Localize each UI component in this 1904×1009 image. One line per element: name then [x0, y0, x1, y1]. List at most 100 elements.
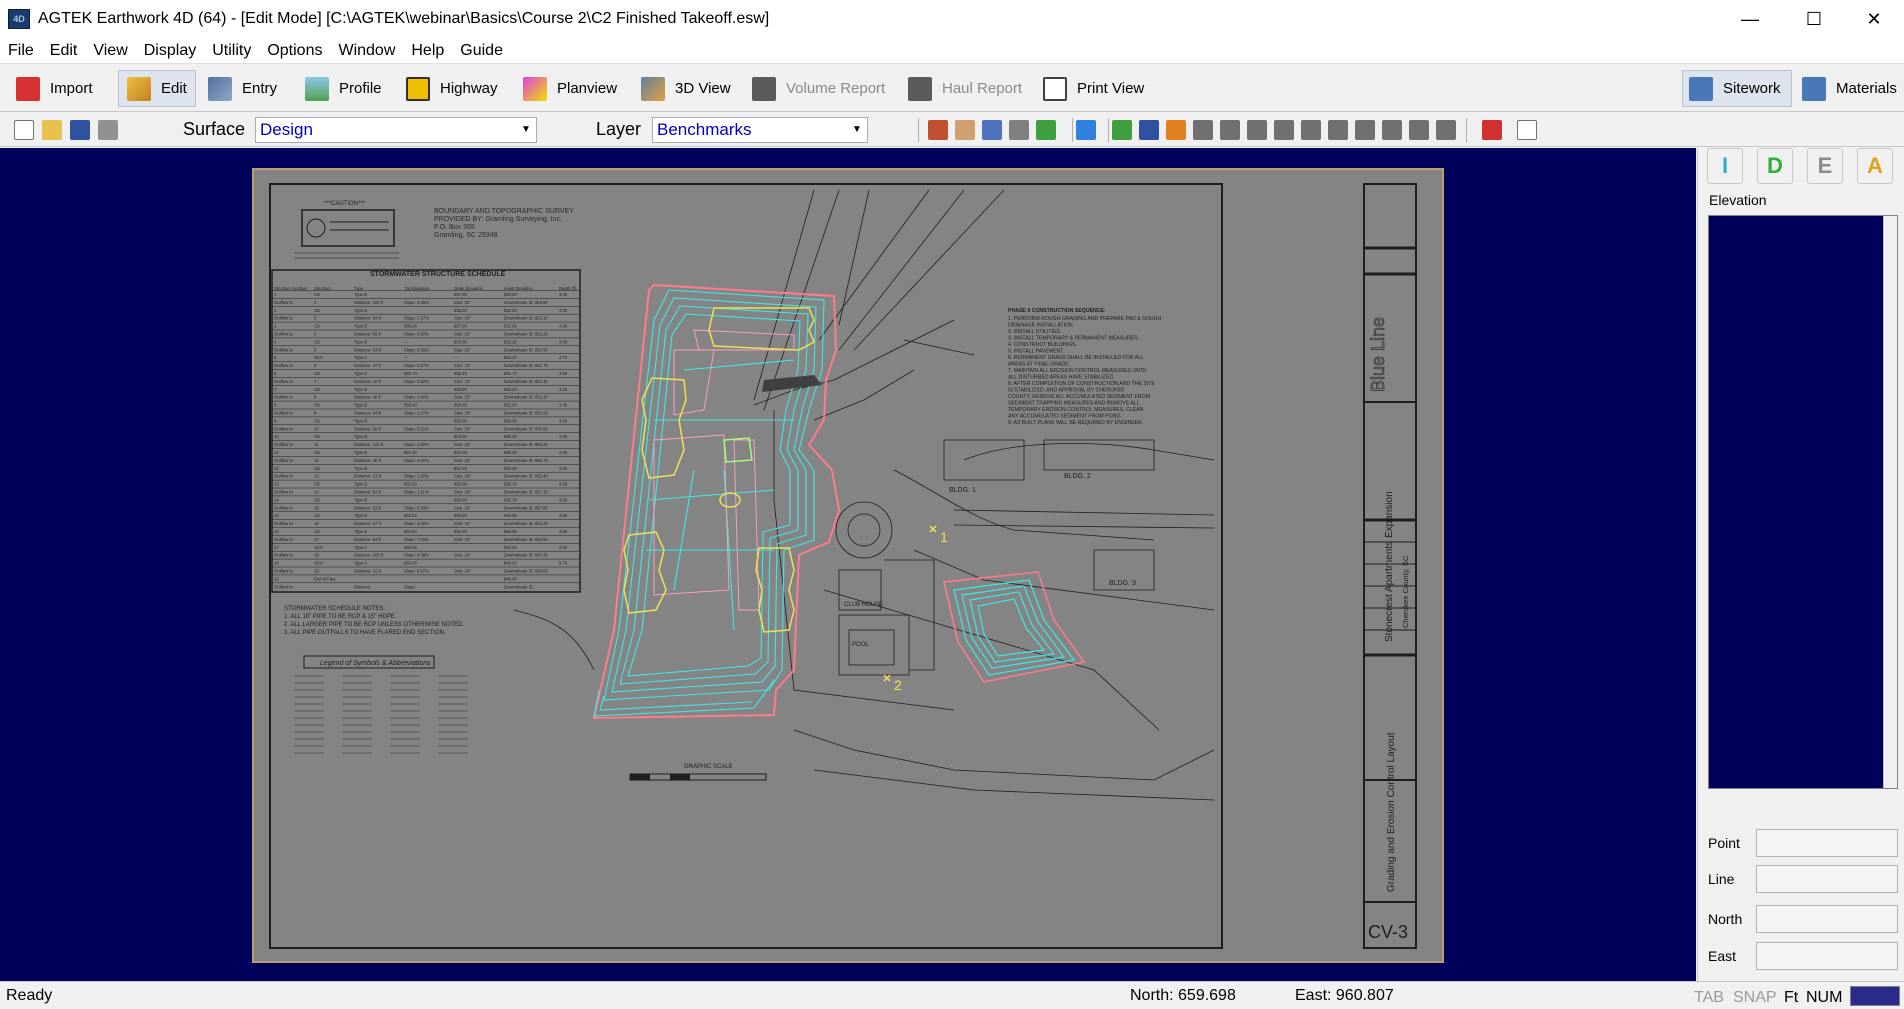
stake-icon[interactable]	[1166, 120, 1186, 140]
idea-e-button[interactable]: E	[1807, 148, 1843, 184]
schedule-cell: Size: 15"	[454, 379, 471, 384]
schedule-cell: 850.00	[504, 450, 517, 455]
surface-dropdown[interactable]: Design ▼	[255, 117, 537, 143]
menu-window[interactable]: Window	[330, 42, 403, 60]
phase-note-line: 1. PERFORM ROUGH GRADING AND PREPARE PAD…	[1008, 316, 1162, 322]
open-folder-icon[interactable]	[42, 120, 62, 140]
schedule-cell: 3.00	[559, 450, 568, 455]
point-field[interactable]	[1756, 829, 1898, 857]
plan-sheet[interactable]: ***CAUTION*** BOUNDARY AND TOPOGRAPHIC S…	[252, 168, 1444, 963]
branch-icon[interactable]	[1139, 120, 1159, 140]
menu-bar: File Edit View Display Utility Options W…	[0, 38, 1904, 64]
menu-utility[interactable]: Utility	[204, 42, 259, 60]
schedule-cell: Type B	[354, 292, 367, 297]
menu-options[interactable]: Options	[259, 42, 330, 60]
volume-report-button[interactable]: Volume Report	[752, 70, 885, 107]
schedule-cell: 857.00	[454, 324, 467, 329]
phase-note-line: TEMPORARY EROSION CONTROL MEASURES. CLEA…	[1008, 407, 1144, 413]
schedule-cell: —	[454, 355, 459, 360]
water-drop-icon[interactable]	[1076, 120, 1096, 140]
idea-d-button[interactable]: D	[1757, 148, 1793, 184]
menu-view[interactable]: View	[85, 42, 135, 60]
schedule-cell: 8	[314, 395, 317, 400]
trim-icon[interactable]	[1247, 120, 1267, 140]
line-field[interactable]	[1756, 865, 1898, 893]
save-icon[interactable]	[70, 120, 90, 140]
schedule-cell: Slope: 0.46%	[404, 300, 429, 305]
menu-edit[interactable]: Edit	[42, 42, 86, 60]
profile-button[interactable]: Profile	[305, 70, 382, 107]
line-tool-icon[interactable]	[1112, 120, 1132, 140]
close-button[interactable]: ✕	[1845, 0, 1903, 38]
elevation-adjust-icon[interactable]	[1409, 120, 1429, 140]
extend-icon[interactable]	[1274, 120, 1294, 140]
schedule-cell: 7	[314, 379, 317, 384]
edit-button[interactable]: Edit	[118, 70, 196, 107]
idea-a-button[interactable]: A	[1857, 148, 1893, 184]
materials-button[interactable]: Materials	[1802, 70, 1897, 107]
3d-view-button[interactable]: 3D View	[641, 70, 731, 107]
schedule-cell: Slope: 0.90%	[404, 395, 429, 400]
schedule-cell: 852.00	[504, 324, 517, 329]
pan-hand-icon[interactable]	[955, 120, 975, 140]
menu-help[interactable]: Help	[403, 42, 452, 60]
station-icon[interactable]	[1382, 120, 1402, 140]
scissors-icon[interactable]	[1301, 120, 1321, 140]
zoom-extents-icon[interactable]	[1009, 120, 1029, 140]
pool-label: POOL	[852, 642, 869, 648]
schedule-cell: CB	[314, 450, 320, 455]
layer-dropdown[interactable]: Benchmarks ▼	[652, 117, 868, 143]
idea-i-button[interactable]: I	[1707, 148, 1743, 184]
east-field[interactable]	[1756, 942, 1898, 970]
svg-text:STORMWATER SCHEDULE NOTES:: STORMWATER SCHEDULE NOTES:	[284, 606, 385, 612]
offset-icon[interactable]	[1220, 120, 1240, 140]
z-plus-icon[interactable]	[1436, 120, 1456, 140]
highway-button[interactable]: Highway	[406, 70, 498, 107]
delete-icon[interactable]	[1482, 120, 1502, 140]
project-location: Cherokee County, SC	[1401, 555, 1410, 628]
schedule-cell: 12	[314, 458, 319, 463]
select-arrow-icon[interactable]	[1036, 120, 1056, 140]
minimize-button[interactable]: —	[1721, 0, 1779, 38]
phase-note-line: 4. CONSTRUCT BUILDINGS.	[1008, 342, 1077, 348]
wall-icon[interactable]	[1355, 120, 1375, 140]
menu-file[interactable]: File	[0, 42, 42, 60]
elevation-label: Elevation	[1709, 192, 1767, 208]
notes-icon[interactable]	[1517, 120, 1537, 140]
layer-label: Layer	[596, 119, 642, 139]
break-line-icon[interactable]	[1193, 120, 1213, 140]
north-field[interactable]	[1756, 905, 1898, 933]
haul-report-icon	[908, 76, 932, 101]
sitework-button[interactable]: Sitework	[1682, 70, 1792, 107]
phase-note-line: 9. AS BUILT PLANS WILL BE REQUIRED BY EN…	[1008, 420, 1143, 426]
schedule-cell: 3	[314, 316, 317, 321]
schedule-cell: 3.00	[559, 497, 568, 502]
schedule-cell: Distance: 65 ft	[354, 332, 382, 337]
print-view-button[interactable]: Print View	[1043, 70, 1144, 107]
schedule-cell: 855.00	[454, 418, 467, 423]
menu-display[interactable]: Display	[136, 42, 204, 60]
print-icon[interactable]	[98, 120, 118, 140]
schedule-cell: Downstream IE: 853.20	[504, 521, 548, 526]
zoom-icon[interactable]	[982, 120, 1002, 140]
planview-button[interactable]: Planview	[523, 70, 617, 107]
schedule-cell: CB	[314, 482, 320, 487]
menu-guide[interactable]: Guide	[452, 42, 511, 60]
elevation-list[interactable]	[1708, 215, 1898, 789]
import-button[interactable]: Import	[16, 70, 93, 107]
entry-button[interactable]: Entry	[208, 70, 277, 107]
project-name: Stonecrest Apartments Expansion	[1384, 491, 1395, 642]
schedule-cell: 855.40	[404, 403, 417, 408]
home-icon[interactable]	[928, 120, 948, 140]
maximize-button[interactable]: ☐	[1785, 0, 1843, 38]
elevation-scrollbar[interactable]	[1883, 216, 1897, 788]
schedule-cell: 850.00	[504, 292, 517, 297]
sheet-title: Grading and Erosion Control Layout	[1386, 732, 1397, 892]
schedule-cell: SSH	[314, 561, 323, 566]
schedule-cell: Distance: 31 ft	[354, 569, 382, 574]
haul-report-button[interactable]: Haul Report	[908, 70, 1022, 107]
schedule-cell: Size: 15"	[454, 363, 471, 368]
schedule-cell: Slope: 0.60%	[404, 458, 429, 463]
new-file-icon[interactable]	[14, 120, 34, 140]
slope-icon[interactable]	[1328, 120, 1348, 140]
